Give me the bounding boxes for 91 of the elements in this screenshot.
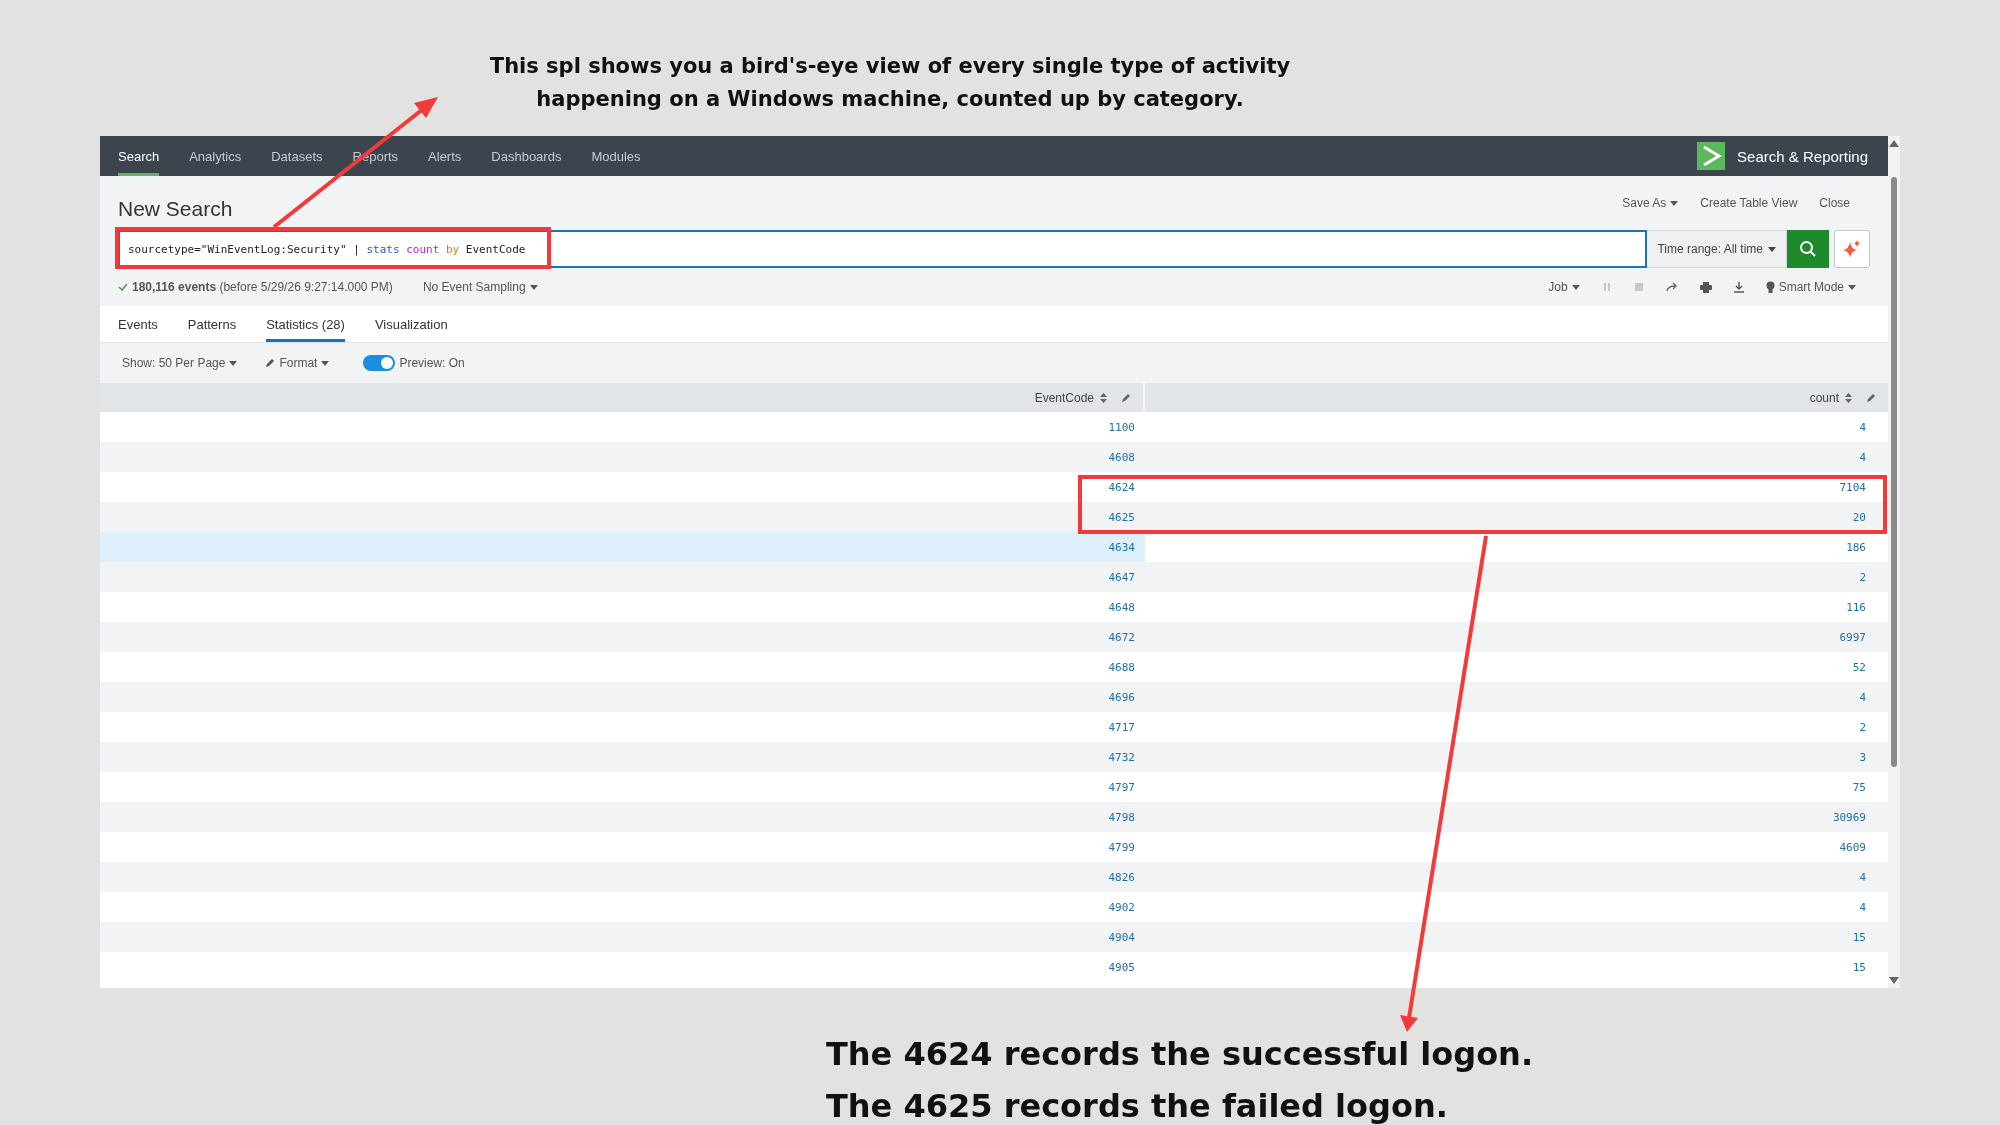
results-tab[interactable]: Events: [118, 306, 158, 342]
table-cell-text: 4826: [1107, 869, 1136, 886]
app-logo-icon: [1697, 142, 1726, 170]
event-count: 180,116 events (before 5/29/26 9:27:14.000 PM): [132, 280, 393, 294]
scroll-down-icon[interactable]: [1889, 977, 1899, 984]
table-cell-text: 4: [1858, 869, 1867, 886]
table-cell-text: 4608: [1107, 449, 1136, 466]
caption-text: The 4624 records the successful logon.: [826, 1034, 1535, 1075]
table-cell-text: 15: [1851, 959, 1867, 976]
table-cell-text: 4: [1858, 689, 1867, 706]
format-dropdown[interactable]: Format: [265, 356, 330, 370]
table-cell-text: 6997: [1838, 629, 1867, 646]
table-cell-text: 4797: [1107, 779, 1136, 796]
sort-icon[interactable]: [1845, 392, 1852, 403]
caret-icon: [529, 284, 538, 290]
caret-icon: [1768, 246, 1776, 252]
action-button[interactable]: Create Table View: [1700, 196, 1798, 210]
preview-toggle[interactable]: [363, 355, 396, 371]
search-button[interactable]: [1787, 230, 1829, 268]
caret-icon: [229, 360, 238, 366]
table-cell-text: 4904: [1107, 929, 1136, 946]
table-cell-text: 4696: [1107, 689, 1136, 706]
caret-icon: [1670, 200, 1679, 206]
pencil-icon[interactable]: [1866, 392, 1876, 403]
job-menu[interactable]: Job: [1548, 280, 1580, 294]
table-cell-text: 4647: [1107, 569, 1136, 586]
nav-tab[interactable]: Alerts: [428, 136, 462, 176]
column-label: count: [1809, 390, 1839, 405]
nav-tab[interactable]: Modules: [591, 136, 641, 176]
column-label: EventCode: [1034, 390, 1094, 405]
sort-icon[interactable]: [1100, 392, 1107, 403]
action-button[interactable]: Close: [1819, 196, 1850, 210]
pencil-icon[interactable]: [1121, 392, 1131, 403]
check-icon: [118, 283, 128, 291]
mode-menu[interactable]: Smart Mode: [1765, 280, 1856, 294]
caption-text: This spl shows you a bird's-eye view of every single type of activity happening on a Windows machine, counted up by category.: [488, 53, 1292, 113]
table-cell-text: 30969: [1831, 809, 1867, 826]
share-icon[interactable]: [1665, 282, 1678, 292]
page-title: New Search: [118, 197, 233, 221]
search-field[interactable]: sourcetype="WinEventLog:Security" | stats count by EventCode: [118, 230, 1648, 268]
table-cell-text: 186: [1845, 539, 1867, 556]
table-cell-text: 4799: [1107, 839, 1136, 856]
table-cell-text: 75: [1851, 779, 1867, 796]
caret-icon: [1571, 284, 1580, 290]
table-cell-text: 2: [1858, 719, 1867, 736]
table-cell-text: 4902: [1107, 899, 1136, 916]
table-cell-text: 4717: [1107, 719, 1136, 736]
table-cell: 4634: [100, 532, 1145, 562]
results-tab[interactable]: Visualization: [374, 306, 448, 342]
table-cell-text: 4798: [1107, 809, 1136, 826]
per-page-dropdown[interactable]: Show: 50 Per Page: [122, 356, 238, 370]
scroll-up-icon[interactable]: [1889, 140, 1899, 147]
search-icon: [1799, 240, 1817, 258]
sparkle-icon: [1842, 239, 1862, 259]
table-cell-text: 4625: [1107, 509, 1136, 526]
nav-tab[interactable]: Analytics: [189, 136, 242, 176]
table-cell-text: 52: [1851, 659, 1867, 676]
table-cell-text: 2: [1858, 569, 1867, 586]
table-cell-text: 116: [1845, 599, 1867, 616]
nav-tab[interactable]: Dashboards: [491, 136, 562, 176]
time-range-dropdown[interactable]: Time range: All time: [1647, 230, 1787, 268]
caret-icon: [1848, 284, 1856, 290]
action-button[interactable]: Save As: [1622, 196, 1679, 210]
table-cell-text: 4: [1858, 449, 1867, 466]
scrollbar[interactable]: [1888, 136, 1900, 988]
app-name: Search & Reporting: [1737, 147, 1868, 165]
table-cell-text: 15: [1851, 929, 1867, 946]
table-cell-text: 20: [1851, 509, 1867, 526]
table-cell-text: 7104: [1838, 479, 1867, 496]
table-cell-text: 4648: [1107, 599, 1136, 616]
column-header[interactable]: count: [1145, 383, 1888, 412]
preview-label: Preview: On: [399, 356, 465, 370]
nav-tab[interactable]: Datasets: [271, 136, 323, 176]
download-icon[interactable]: [1733, 281, 1744, 293]
caption-text: The 4625 records the failed logon.: [826, 1086, 1449, 1125]
bulb-icon: [1765, 281, 1775, 293]
table-cell-text: 4624: [1107, 479, 1136, 496]
pencil-icon: [265, 358, 276, 368]
table-cell-text: 4: [1858, 899, 1867, 916]
table-cell-text: 1100: [1107, 419, 1136, 436]
sampling-dropdown[interactable]: No Event Sampling: [422, 280, 538, 294]
table-cell-text: 4609: [1838, 839, 1867, 856]
table-cell-text: 3: [1858, 749, 1867, 766]
table-cell-text: 4688: [1107, 659, 1136, 676]
caret-icon: [321, 360, 330, 366]
table-cell-text: 4672: [1107, 629, 1136, 646]
table-cell-text: 4: [1858, 419, 1867, 436]
table-cell-text: 4905: [1107, 959, 1136, 976]
assistant-button[interactable]: [1834, 230, 1870, 268]
table-cell-text: 4732: [1107, 749, 1136, 766]
results-tab[interactable]: Patterns: [187, 306, 237, 342]
